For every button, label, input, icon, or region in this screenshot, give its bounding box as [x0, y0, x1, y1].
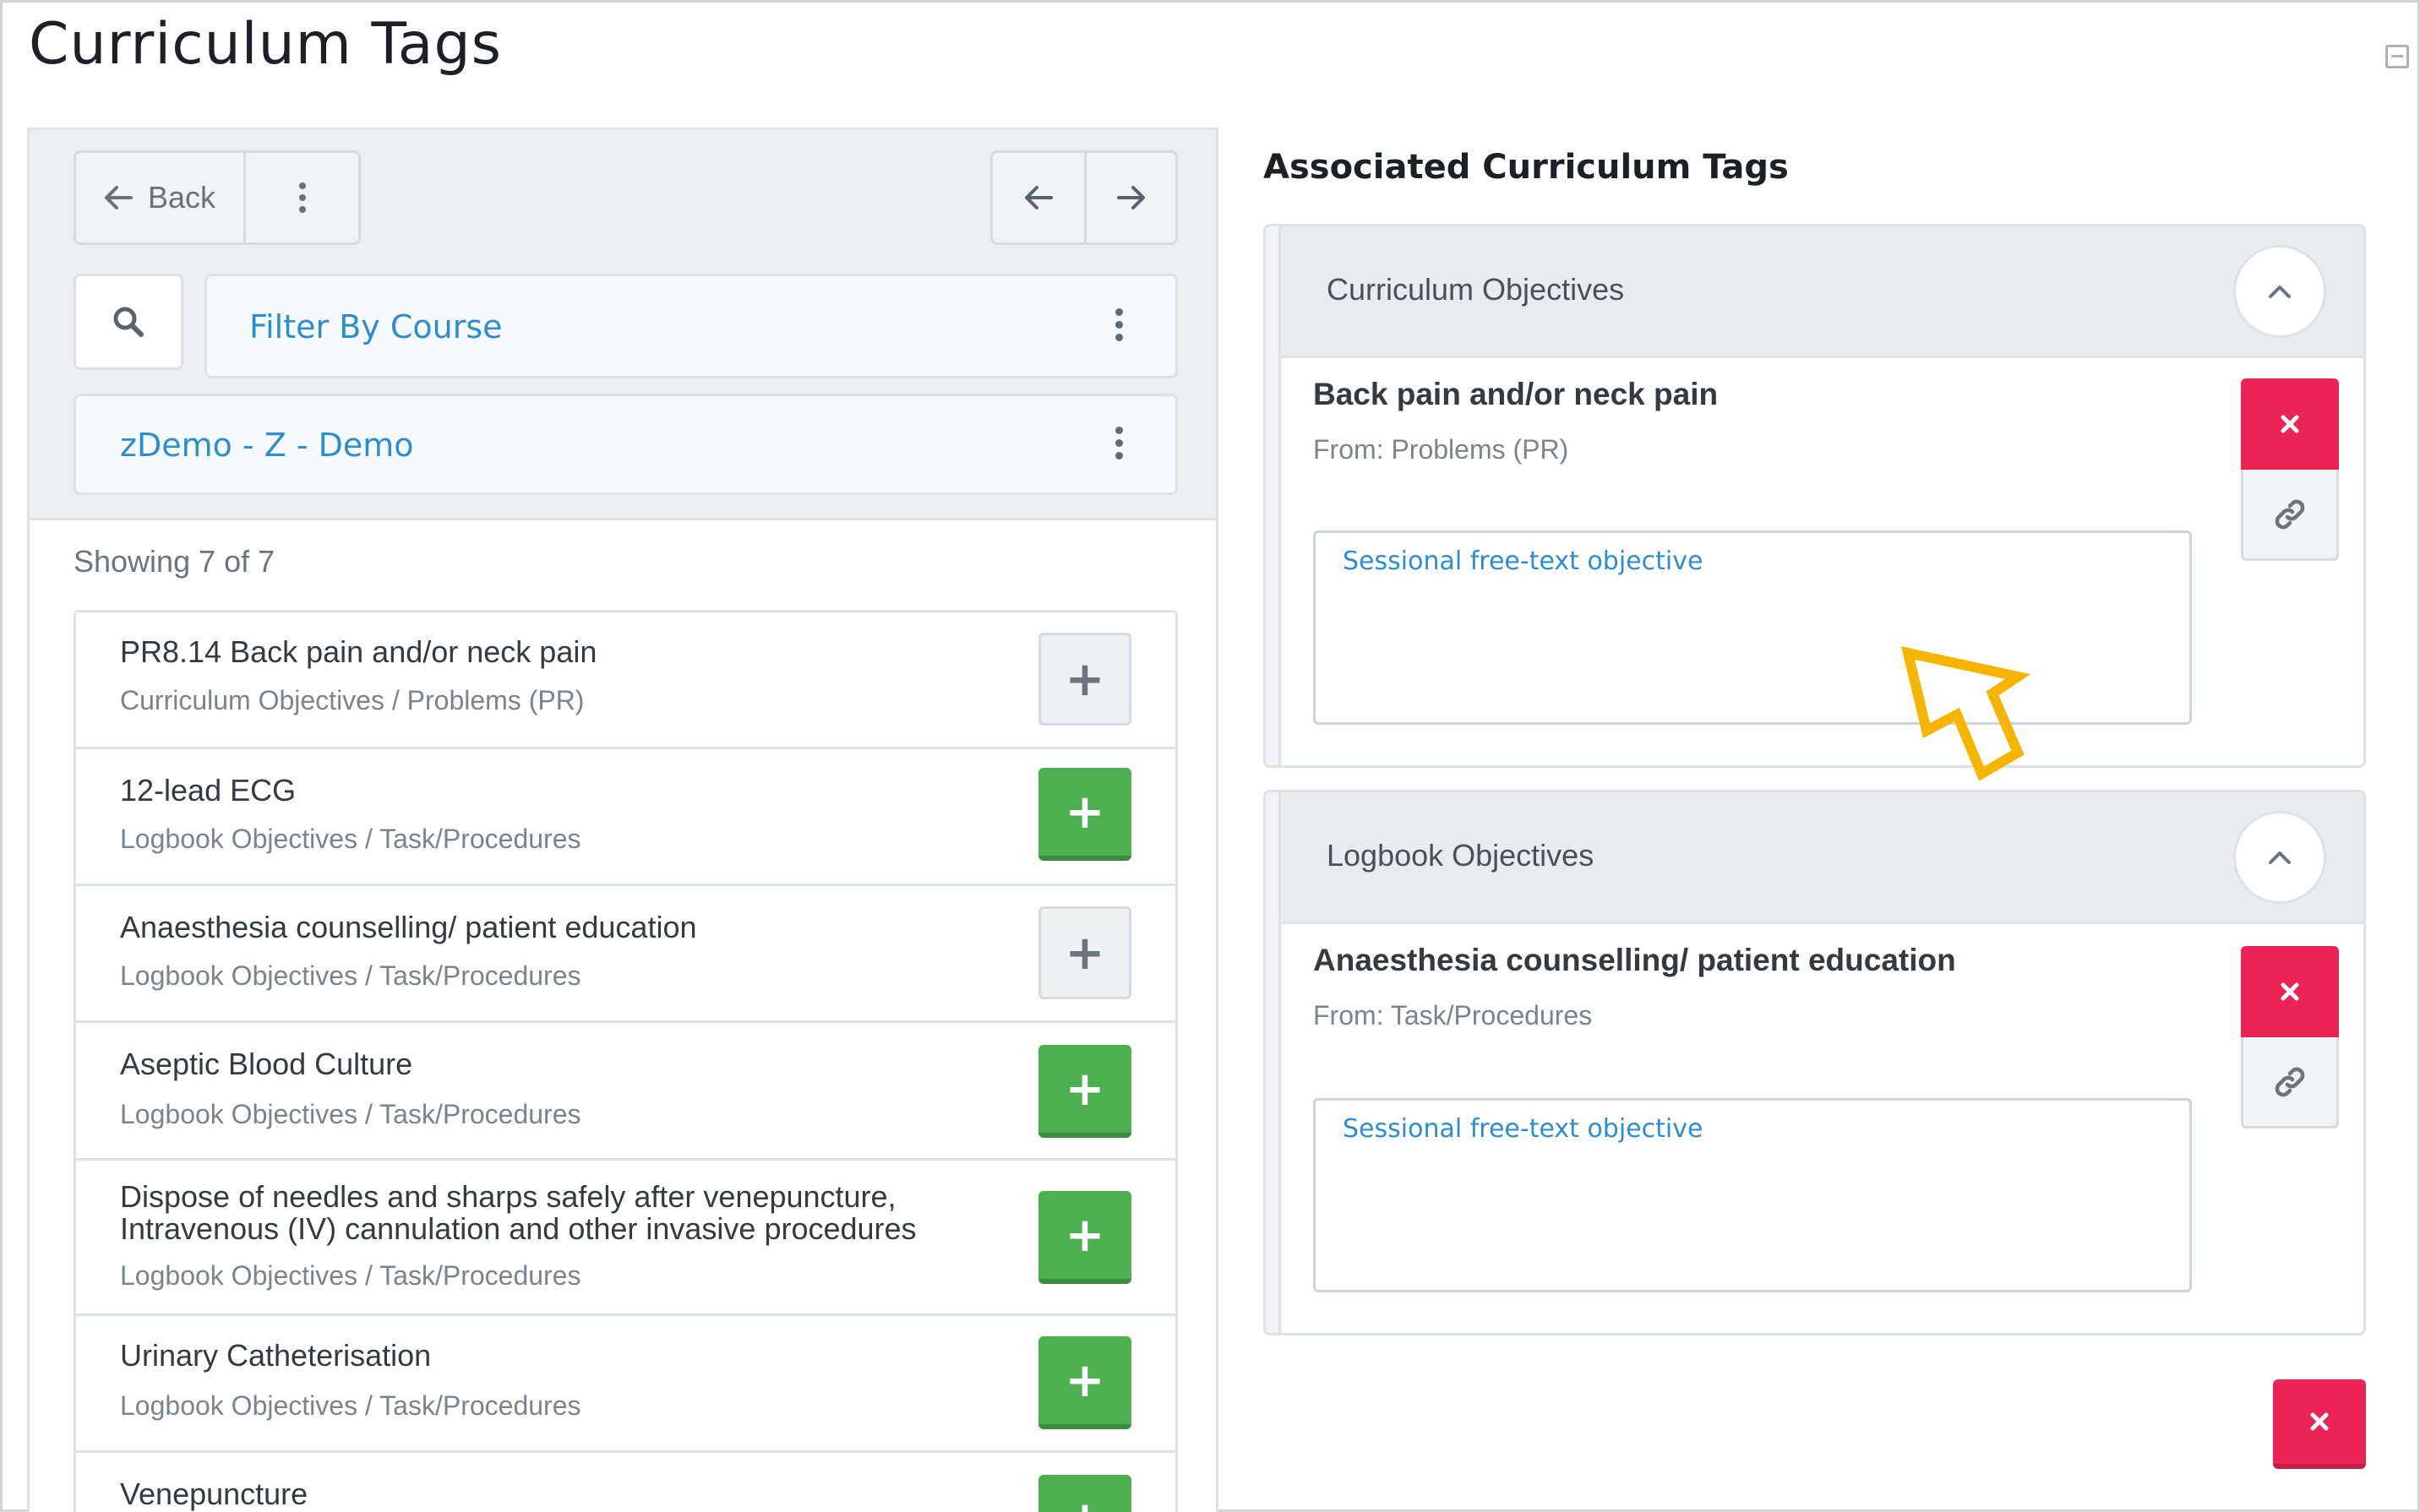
free-text-objective-input[interactable]: Sessional free-text objective — [1313, 1098, 2192, 1292]
objective-source: From: Task/Procedures — [1313, 1000, 1593, 1031]
section-header[interactable]: Curriculum Objectives — [1281, 226, 2363, 358]
link-icon — [2275, 499, 2305, 529]
item-name: Urinary Catheterisation — [120, 1338, 432, 1373]
link-objective-button[interactable] — [2241, 470, 2339, 561]
back-options-button[interactable] — [243, 153, 358, 242]
arrow-right-icon — [1116, 186, 1145, 209]
add-tag-button[interactable]: + — [1038, 1191, 1131, 1284]
link-icon — [2275, 1067, 2305, 1096]
collapse-section-button[interactable] — [2233, 245, 2326, 338]
next-button[interactable] — [1084, 153, 1175, 242]
plus-icon: + — [1065, 784, 1105, 840]
free-text-placeholder: Sessional free-text objective — [1343, 1114, 1703, 1144]
link-objective-button[interactable] — [2241, 1037, 2339, 1129]
close-icon — [2281, 415, 2299, 433]
course-select[interactable]: zDemo - Z - Demo — [74, 394, 1178, 495]
tag-list: PR8.14 Back pain and/or neck pain Curric… — [74, 610, 1178, 1512]
add-tag-button[interactable]: + — [1038, 906, 1131, 999]
plus-icon: + — [1066, 1492, 1105, 1512]
item-name: PR8.14 Back pain and/or neck pain — [120, 634, 597, 669]
item-path: Curriculum Objectives / Problems (PR) — [120, 685, 585, 715]
plus-icon: + — [1065, 1207, 1105, 1263]
associated-tags-title: Associated Curriculum Tags — [1263, 148, 1789, 187]
list-item: Anaesthesia counselling/ patient educati… — [76, 886, 1175, 1023]
objective-title: Back pain and/or neck pain — [1313, 377, 1719, 411]
plus-icon: + — [1065, 651, 1105, 707]
kebab-menu-icon — [1115, 427, 1123, 460]
item-name: 12-lead ECG — [120, 773, 297, 808]
kebab-menu-icon — [298, 182, 306, 213]
remove-all-tags-button[interactable] — [2273, 1379, 2366, 1469]
plus-icon: + — [1065, 1061, 1105, 1117]
list-item: Dispose of needles and sharps safely aft… — [76, 1161, 1175, 1316]
results-count: Showing 7 of 7 — [74, 544, 275, 579]
item-name: Dispose of needles and sharps safely aft… — [120, 1179, 917, 1246]
tag-browser-header: Back Filter By Course zDemo - Z - Demo — [30, 130, 1216, 520]
free-text-placeholder: Sessional free-text objective — [1343, 547, 1703, 576]
course-label: zDemo - Z - Demo — [120, 427, 414, 464]
arrow-left-icon — [1025, 186, 1053, 209]
add-tag-button[interactable]: + — [1038, 1475, 1131, 1512]
page-frame: Curriculum Tags Back Filter By Course zD… — [0, 0, 2420, 1512]
add-tag-button[interactable]: + — [1038, 768, 1131, 861]
section-title: Logbook Objectives — [1327, 838, 1594, 873]
item-path: Logbook Objectives / Task/Procedures — [120, 824, 581, 854]
plus-icon: + — [1065, 1352, 1105, 1408]
kebab-menu-icon — [1115, 308, 1123, 341]
objective-title: Anaesthesia counselling/ patient educati… — [1313, 943, 1956, 977]
prev-next-group — [990, 150, 1178, 245]
remove-tag-button[interactable] — [2241, 378, 2339, 470]
list-item: Urinary Catheterisation Logbook Objectiv… — [76, 1316, 1175, 1453]
plus-icon: + — [1065, 925, 1105, 981]
chevron-up-icon — [2269, 286, 2291, 298]
item-path: Logbook Objectives / Task/Procedures — [120, 1260, 581, 1291]
close-icon — [2310, 1412, 2329, 1431]
list-item: Aseptic Blood Culture Logbook Objectives… — [76, 1023, 1175, 1161]
collapse-block-icon[interactable] — [2385, 45, 2409, 68]
chevron-up-icon — [2269, 851, 2291, 864]
search-button[interactable] — [74, 274, 183, 370]
list-item: 12-lead ECG Logbook Objectives / Task/Pr… — [76, 749, 1175, 886]
item-name: Aseptic Blood Culture — [120, 1047, 413, 1081]
list-item: PR8.14 Back pain and/or neck pain Curric… — [76, 612, 1175, 749]
arrow-left-icon — [104, 186, 133, 209]
section-header[interactable]: Logbook Objectives — [1281, 792, 2363, 924]
page-title: Curriculum Tags — [29, 11, 503, 78]
item-path: Logbook Objectives / Task/Procedures — [120, 960, 581, 991]
logbook-objectives-section: Logbook Objectives Anaesthesia counselli… — [1263, 790, 2366, 1335]
add-tag-button[interactable]: + — [1038, 1336, 1131, 1429]
add-tag-button[interactable]: + — [1038, 1045, 1131, 1138]
curriculum-objectives-section: Curriculum Objectives Back pain and/or n… — [1263, 224, 2366, 768]
item-path: Logbook Objectives / Task/Procedures — [120, 1390, 581, 1421]
tag-browser-panel: Back Filter By Course zDemo - Z - Demo S… — [27, 128, 1218, 1512]
previous-button[interactable] — [993, 153, 1084, 242]
item-path: Logbook Objectives / Task/Procedures — [120, 1099, 581, 1129]
filter-by-course-select[interactable]: Filter By Course — [204, 274, 1178, 378]
list-item: Venepuncture + — [76, 1453, 1175, 1512]
objective-source: From: Problems (PR) — [1313, 434, 1569, 465]
collapse-section-button[interactable] — [2233, 811, 2326, 904]
add-tag-button[interactable]: + — [1038, 633, 1131, 726]
remove-tag-button[interactable] — [2241, 946, 2339, 1037]
filter-by-course-label: Filter By Course — [249, 308, 503, 345]
item-name: Venepuncture — [120, 1477, 308, 1511]
back-label: Back — [147, 180, 216, 215]
back-button-group: Back — [74, 150, 361, 245]
section-title: Curriculum Objectives — [1327, 272, 1625, 307]
close-icon — [2281, 982, 2299, 1001]
item-name: Anaesthesia counselling/ patient educati… — [120, 910, 697, 944]
back-button[interactable]: Back — [76, 153, 243, 242]
search-icon — [113, 307, 144, 337]
annotation-arrow-icon — [1900, 646, 2031, 781]
